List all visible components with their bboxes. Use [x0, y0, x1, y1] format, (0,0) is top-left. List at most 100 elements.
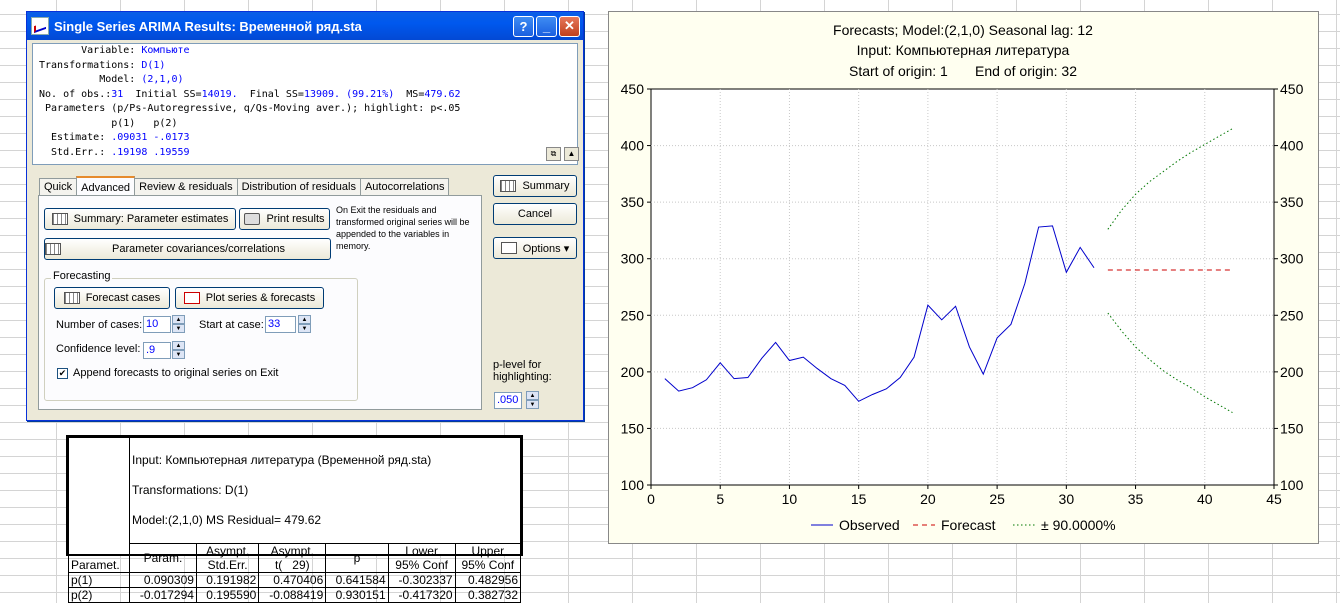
- param-headers: p(1) p(2): [39, 117, 178, 129]
- x-tick-label: 35: [1128, 491, 1144, 507]
- tab-autocorrelations[interactable]: Autocorrelations: [359, 178, 450, 195]
- model-label: Model:: [39, 74, 142, 85]
- x-tick-label: 5: [716, 491, 724, 507]
- ms-label: MS=: [394, 88, 425, 100]
- forecast-chart: Forecasts; Model:(2,1,0) Seasonal lag: 1…: [621, 22, 1304, 533]
- col-header: Lower 95% Conf: [387, 543, 456, 573]
- table-transform-line: Transformations: D(1): [132, 483, 249, 497]
- final-ss-value: 13909. (99.21%): [303, 88, 395, 100]
- table-cell: -0.088419: [258, 587, 327, 603]
- scroll-up-icon[interactable]: ▲: [564, 147, 579, 161]
- y-tick-label-right: 450: [1280, 81, 1304, 97]
- confidence-level-label: Confidence level:: [56, 343, 141, 355]
- x-tick-label: 10: [782, 491, 798, 507]
- summary-icon: [500, 180, 517, 192]
- forecasting-group-label: Forecasting: [51, 270, 113, 282]
- parameter-covariances-button[interactable]: Parameter covariances/correlations: [44, 238, 331, 260]
- summary-button[interactable]: Summary: [493, 175, 577, 197]
- x-tick-label: 20: [920, 491, 936, 507]
- dialog-title: Single Series ARIMA Results: Временной р…: [54, 18, 362, 34]
- start-at-case-label: Start at case:: [199, 319, 264, 331]
- options-icon: [500, 242, 517, 254]
- y-tick-label-right: 150: [1280, 420, 1304, 436]
- table-cell: -0.017294: [129, 587, 197, 603]
- x-tick-label: 0: [647, 491, 655, 507]
- y-tick-label-left: 400: [621, 138, 645, 154]
- col-header: Asympt. t( 29): [258, 543, 327, 573]
- start-at-case-input[interactable]: 33: [265, 316, 296, 333]
- y-tick-label-left: 350: [621, 194, 645, 210]
- exit-note: On Exit the residuals and transformed or…: [336, 205, 470, 251]
- y-tick-label-left: 300: [621, 251, 645, 267]
- table-cell: -0.417320: [387, 587, 456, 603]
- corner-header: Paramet.: [68, 437, 130, 573]
- y-tick-label-left: 250: [621, 307, 645, 323]
- initial-ss-label: Initial SS=: [123, 88, 202, 100]
- y-tick-label-left: 150: [621, 420, 645, 436]
- col-header: Upper 95% Conf: [454, 543, 522, 573]
- table-cell: -0.302337: [387, 572, 456, 588]
- x-tick-label: 40: [1197, 491, 1213, 507]
- summary-label: Summary: [522, 180, 570, 192]
- forecast-cases-label: Forecast cases: [85, 292, 161, 304]
- parameter-table: Paramet. Input: Компьютерная литература …: [68, 437, 522, 603]
- number-of-cases-label: Number of cases:: [56, 319, 143, 331]
- print-results-label: Print results: [266, 213, 325, 225]
- tab-quick[interactable]: Quick: [39, 178, 78, 195]
- summary-params-label: Summary: Parameter estimates: [73, 213, 229, 225]
- p-level-input[interactable]: .050: [494, 392, 522, 409]
- close-button[interactable]: ✕: [559, 15, 580, 37]
- table-cell: 0.930151: [325, 587, 389, 603]
- start-at-case-spinner[interactable]: ▲ ▼: [298, 315, 311, 334]
- tab-advanced[interactable]: Advanced: [76, 176, 136, 195]
- chart-app-icon: [31, 17, 49, 35]
- table-model-line: Model:(2,1,0) MS Residual= 479.62: [132, 513, 322, 527]
- dialog-titlebar[interactable]: Single Series ARIMA Results: Временной р…: [27, 12, 583, 40]
- p-level-label: p-level for highlighting:: [493, 359, 552, 383]
- transformations-value: D(1): [141, 59, 166, 71]
- estimate-value: .09031 -.0173: [111, 132, 190, 143]
- variable-value: Компьюте: [141, 45, 190, 56]
- param-cov-label: Parameter covariances/correlations: [111, 243, 286, 255]
- row-name: p(1): [68, 572, 130, 588]
- p-level-spinner[interactable]: ▲ ▼: [526, 391, 539, 410]
- minimize-button[interactable]: _: [536, 15, 557, 37]
- copy-icon[interactable]: ⧉: [546, 147, 561, 161]
- number-of-cases-input[interactable]: 10: [143, 316, 171, 333]
- append-forecasts-checkbox[interactable]: ✔: [57, 368, 68, 379]
- chart-title-line-1: Forecasts; Model:(2,1,0) Seasonal lag: 1…: [833, 22, 1093, 38]
- confidence-level-spinner[interactable]: ▲ ▼: [172, 341, 185, 360]
- x-tick-label: 25: [989, 491, 1005, 507]
- tab-review-residuals[interactable]: Review & residuals: [134, 178, 238, 195]
- number-of-cases-spinner[interactable]: ▲ ▼: [172, 315, 185, 334]
- cancel-button[interactable]: Cancel: [493, 203, 577, 225]
- chart-title-line-3: Start of origin: 1 End of origin: 32: [849, 63, 1077, 79]
- plot-area: 0 5 10 15 20 25 30 35 40 45100 100150 150200 200250 2…: [621, 81, 1304, 533]
- col-header: Param.: [129, 543, 197, 573]
- plot-series-forecasts-button[interactable]: Plot series & forecasts: [175, 287, 324, 309]
- legend-label: Observed: [839, 517, 900, 533]
- table-cell: 0.090309: [129, 572, 197, 588]
- forecast-chart-box[interactable]: Forecasts; Model:(2,1,0) Seasonal lag: 1…: [608, 11, 1319, 544]
- confidence-level-input[interactable]: .9: [143, 342, 171, 359]
- transformations-label: Transformations:: [39, 59, 142, 71]
- summary-parameter-estimates-button[interactable]: Summary: Parameter estimates: [44, 208, 236, 230]
- table-row: p(1) 0.090309 0.191982 0.470406 0.641584…: [68, 572, 522, 588]
- table-cell: 0.470406: [258, 572, 327, 588]
- legend-label: ± 90.0000%: [1041, 517, 1116, 533]
- help-button[interactable]: ?: [513, 15, 534, 37]
- forecast-cases-button[interactable]: Forecast cases: [54, 287, 170, 309]
- results-text-area[interactable]: Variable: Компьюте Transformations: D(1)…: [32, 43, 578, 165]
- model-value: (2,1,0): [141, 74, 184, 85]
- tab-distribution-residuals[interactable]: Distribution of residuals: [236, 178, 361, 195]
- plot-frame: [650, 88, 1275, 486]
- chart-title-line-2: Input: Компьютерная литература: [857, 42, 1070, 58]
- options-button[interactable]: Options ▾: [493, 237, 577, 259]
- legend-label: Forecast: [941, 517, 996, 533]
- print-results-button[interactable]: Print results: [239, 208, 330, 230]
- y-tick-label-right: 200: [1280, 364, 1304, 380]
- table-row: p(2) -0.017294 0.195590 -0.088419 0.9301…: [68, 587, 522, 603]
- obs-value: 31: [111, 88, 124, 100]
- variable-label: Variable:: [39, 45, 142, 56]
- y-tick-label-left: 200: [621, 364, 645, 380]
